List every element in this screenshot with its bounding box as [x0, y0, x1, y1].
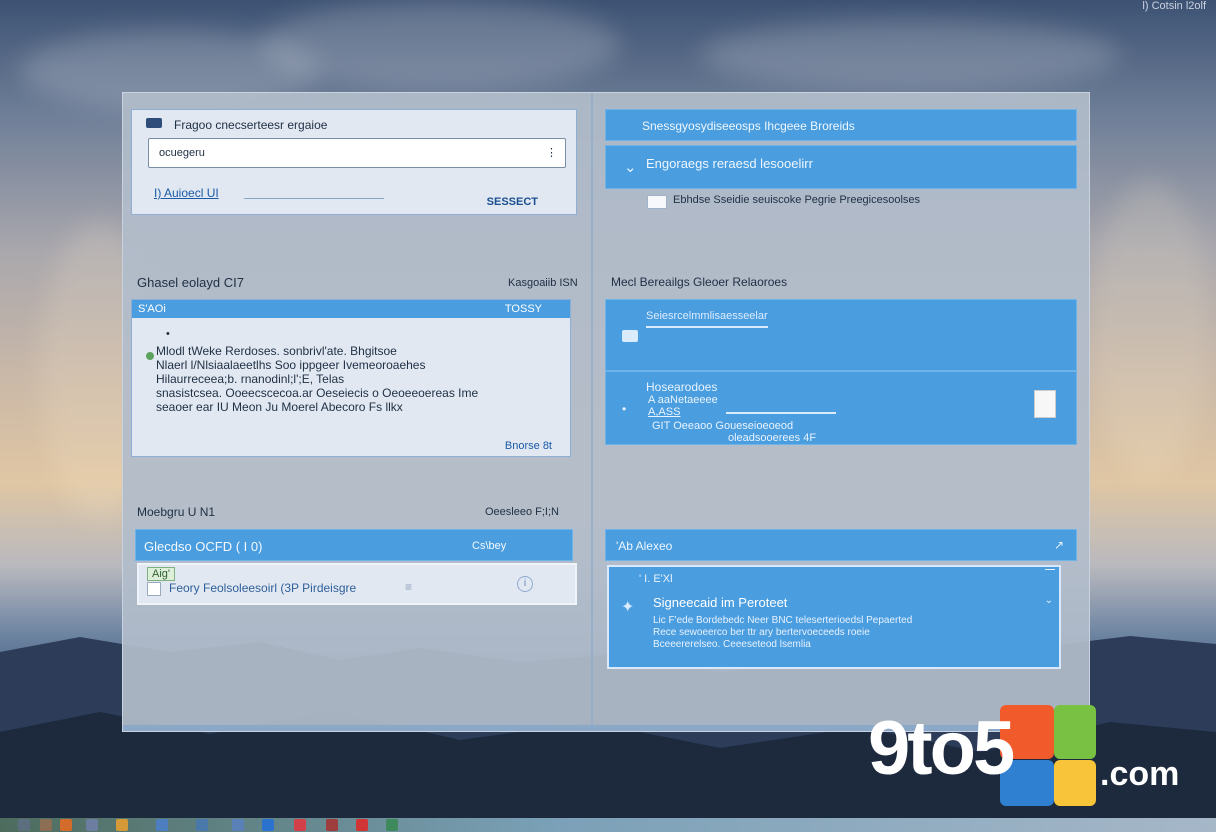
- description-card: S'AOi TOSSY • Mlodl tWeke Rerdoses. sonb…: [131, 299, 571, 457]
- ie-icon[interactable]: [262, 819, 274, 831]
- section-two-meta: Oeesleeo F;I;N: [485, 506, 559, 518]
- description-footer-link[interactable]: Bnorse 8t: [505, 440, 552, 452]
- logo-tile-green: [1054, 705, 1096, 759]
- google-icon[interactable]: [386, 819, 398, 831]
- description-line: seaoer ear IU Meon Ju Moerel Abecoro Fs …: [156, 400, 403, 414]
- card-close-icon[interactable]: [1045, 569, 1055, 574]
- row-tag: Aig': [147, 567, 175, 581]
- card-mark-icon: •: [166, 328, 170, 340]
- right-bar-two[interactable]: ⌄ Engoraegs reraesd lesooelirr: [605, 145, 1077, 189]
- description-card-header: S'AOi TOSSY: [132, 300, 570, 318]
- select-button[interactable]: SESSECT: [487, 196, 538, 208]
- start-icon[interactable]: [18, 819, 30, 831]
- logo-tile-yellow: [1054, 760, 1096, 806]
- menu-icon[interactable]: ≡: [405, 580, 412, 594]
- right-bar-one-text: Snessgyosydiseeosps Ihcgeee Broreids: [642, 119, 855, 133]
- red-icon[interactable]: [356, 819, 368, 831]
- description-line: snasistcsea. Ooeecscecoa.ar Oeseiecis o …: [156, 386, 479, 400]
- right-card-two-sub: GIT Oeeaoo Goueseioeoeod: [652, 420, 794, 432]
- right-card-one-text: Seiesrcelmmlisaesseelar: [646, 310, 768, 322]
- input-card: Fragoo cnecserteesr ergaioe ocuegeru ⋮ I…: [131, 109, 577, 215]
- section-two-header-left: Glecdso OCFD ( I 0): [144, 539, 263, 554]
- 9to5-logo: 9to5 .com: [868, 700, 1198, 810]
- input-dropdown-icon[interactable]: ⋮: [546, 146, 557, 159]
- logo-text: 9to5: [868, 706, 1015, 791]
- right-bar-two-text: Engoraegs reraesd lesooelirr: [646, 156, 813, 171]
- section-two-row[interactable]: Aig' Feory Feolsoleesoirl (3P Pirdeisgre…: [137, 563, 577, 605]
- spotify-icon[interactable]: [326, 819, 338, 831]
- thumbnail-icon[interactable]: [1034, 390, 1056, 418]
- section-two-header-right: Cs\bey: [472, 540, 507, 552]
- right-bottom-header[interactable]: 'Ab Alexeo ↗: [605, 529, 1077, 561]
- link-underline: [244, 198, 384, 199]
- right-bottom-title: Signeecaid im Peroteet: [653, 595, 788, 610]
- card-header-right: TOSSY: [504, 303, 542, 315]
- section-two-header: Glecdso OCFD ( I 0) Cs\bey: [135, 529, 573, 561]
- cloud: [700, 20, 1120, 90]
- chat-icon[interactable]: [232, 819, 244, 831]
- logo-domain: .com: [1100, 755, 1180, 793]
- card-chevron-icon[interactable]: ⌄: [1045, 595, 1053, 606]
- card-header-left: S'AOi: [138, 303, 166, 315]
- external-link-icon[interactable]: ↗: [1054, 538, 1064, 552]
- right-bottom-line: Lic F'ede Bordebedc Neer BNC teleserteri…: [653, 615, 913, 626]
- description-line: Hilaurreceea;b. rnanodinl;l';E, Telas: [156, 372, 345, 386]
- cloud: [260, 0, 620, 90]
- text-input[interactable]: ocuegeru ⋮: [148, 138, 566, 168]
- explorer-icon[interactable]: [196, 819, 208, 831]
- chevron-icon: ⌄: [624, 159, 637, 176]
- right-bottom-header-text: 'Ab Alexeo: [616, 539, 673, 553]
- browser-icon[interactable]: [86, 819, 98, 831]
- description-line: Nlaerl l/Nlsiaalaeetlhs Soo ippgeer Ivem…: [156, 358, 426, 372]
- input-value: ocuegeru: [159, 147, 205, 159]
- description-line: Mlodl tWeke Rerdoses. sonbrivl'ate. Bhgi…: [156, 344, 397, 358]
- folder-icon[interactable]: [156, 819, 168, 831]
- right-card-one-icon: [622, 330, 638, 342]
- right-checkbox-label: Ebhdse Sseidie seuiscoke Pegrie Preegice…: [673, 194, 921, 206]
- section-one-title: Ghasel eolayd CI7: [137, 275, 244, 290]
- cloud: [1090, 180, 1210, 480]
- photos-icon[interactable]: [294, 819, 306, 831]
- action-link[interactable]: I) Auioecl UI: [154, 186, 219, 200]
- right-bottom-icon: ✦: [621, 599, 635, 616]
- right-card-one: Seiesrcelmmlisaesseelar: [605, 299, 1077, 371]
- right-card-two-sub: A aaNetaeeee: [648, 394, 718, 406]
- taskbar: [0, 818, 1216, 832]
- corner-text: l) Cotsin l2olf: [1142, 0, 1206, 12]
- tag-icon[interactable]: [40, 819, 52, 831]
- right-section-title: Mecl Bereailgs Gleoer Relaoroes: [611, 275, 788, 289]
- right-bottom-card[interactable]: ' I. E'Xl ✦ Signeecaid im Peroteet Lic F…: [607, 565, 1061, 669]
- info-icon[interactable]: i: [517, 576, 533, 592]
- pane-divider: [591, 93, 593, 731]
- flag-icon[interactable]: [60, 819, 72, 831]
- card-icon: [146, 118, 162, 128]
- row-text: Feory Feolsoleesoirl (3P Pirdeisgre: [169, 581, 357, 595]
- input-card-title: Fragoo cnecserteesr ergaioe: [174, 118, 328, 132]
- right-card-two-sub: oleadsooerees 4F: [728, 432, 817, 444]
- section-two-title: Moebgru U N1: [137, 505, 216, 519]
- right-bottom-line: Bceeererelseo. Ceeeseteod lsemlia: [653, 639, 811, 650]
- right-card-two-line: [726, 412, 836, 414]
- right-card-two-sub: A,ASS: [648, 406, 681, 418]
- right-card-two: Hosearodoes A aaNetaeeee A,ASS GIT Oeeao…: [605, 371, 1077, 445]
- chrome-icon[interactable]: [116, 819, 128, 831]
- right-card-two-title: Hosearodoes: [646, 380, 718, 394]
- right-card-one-underline: [646, 326, 768, 328]
- right-checkbox[interactable]: [647, 195, 667, 209]
- main-window: Fragoo cnecserteesr ergaioe ocuegeru ⋮ I…: [122, 92, 1090, 732]
- right-card-two-indicator-icon: •: [622, 402, 627, 416]
- right-bar-one[interactable]: Snessgyosydiseeosps Ihcgeee Broreids: [605, 109, 1077, 141]
- card-dot-icon: [146, 352, 154, 360]
- right-bottom-tag: ' I. E'Xl: [639, 573, 673, 585]
- row-checkbox[interactable]: [147, 582, 161, 596]
- section-one-meta: Kasgoaiib ISN: [508, 277, 578, 289]
- right-bottom-line: Rece sewoeerco ber ttr ary bertervoeceed…: [653, 627, 870, 638]
